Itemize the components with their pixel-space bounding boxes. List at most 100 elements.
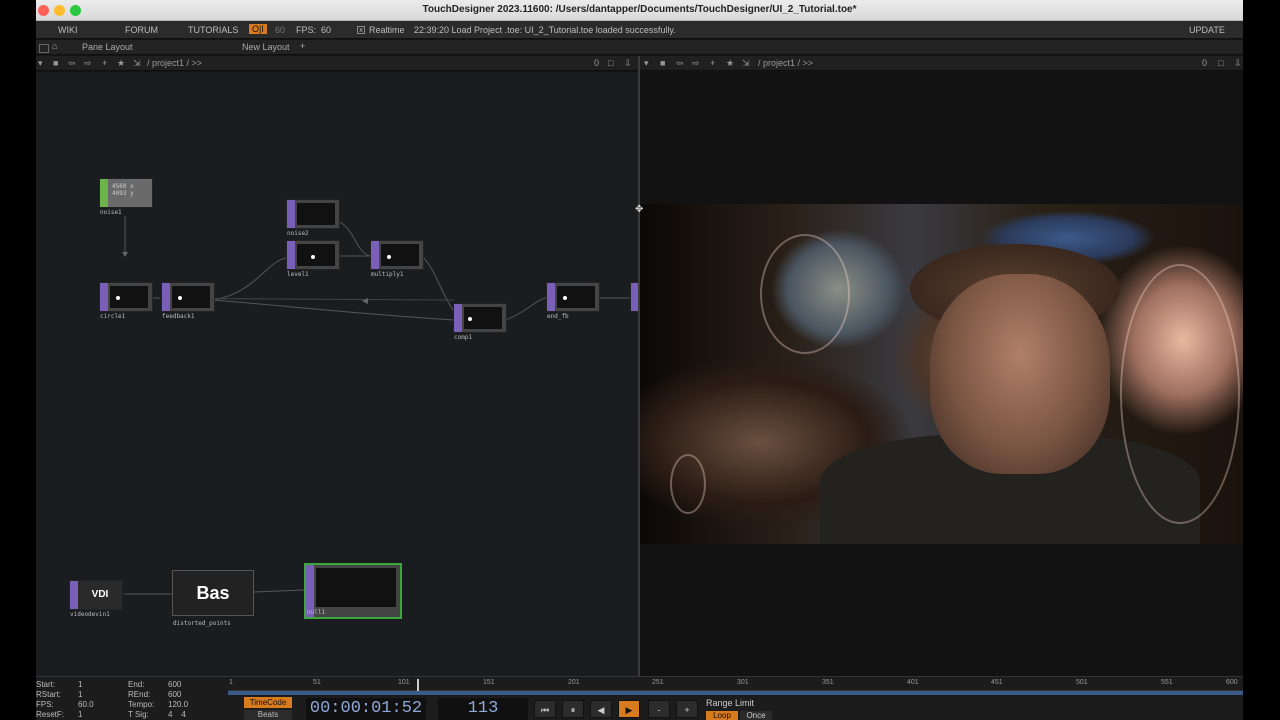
bookmark-icon[interactable]: ★: [726, 58, 734, 69]
add-layout-button[interactable]: +: [300, 41, 305, 51]
playback-controls: TimeCode Beats 00:00:01:52 113 ⏮ ⏸ ◀ ▶ -…: [228, 696, 1243, 720]
step-plus-button[interactable]: +: [676, 700, 698, 718]
touchdesigner-window: TouchDesigner 2023.11600: /Users/dantapp…: [36, 0, 1243, 720]
videodevin1-node[interactable]: VDI: [69, 580, 123, 610]
end-fb-node[interactable]: [546, 282, 600, 312]
top-operator-strip: [287, 200, 295, 228]
top-operator-strip: [287, 241, 295, 269]
bookmark-icon[interactable]: ★: [117, 58, 125, 69]
network-editor[interactable]: 4560 x 4093 y noise1 noise2 level1 multi…: [36, 72, 640, 676]
end-label: End:: [128, 680, 145, 689]
noise1-channel-values: 4560 x 4093 y: [112, 183, 134, 197]
comp1-node[interactable]: [453, 303, 507, 333]
back-icon[interactable]: ⇦: [68, 58, 76, 69]
window-title: TouchDesigner 2023.11600: /Users/dantapp…: [422, 4, 857, 15]
ruler-tick: 551: [1161, 679, 1173, 686]
end-fb-preview: [557, 286, 595, 308]
beats-mode-button[interactable]: Beats: [244, 710, 292, 720]
distorted-points-label: distorted_points: [173, 620, 231, 627]
link-icon[interactable]: ⇲: [133, 58, 141, 69]
add-icon[interactable]: +: [710, 58, 715, 68]
stop-icon[interactable]: ■: [53, 58, 58, 68]
tsig-value[interactable]: 4 4: [168, 710, 186, 719]
noise1-node[interactable]: 4560 x 4093 y: [99, 178, 153, 208]
feedback1-label: feedback1: [162, 313, 195, 320]
forum-link[interactable]: FORUM: [125, 25, 158, 35]
ruler-tick: 201: [568, 679, 580, 686]
feedback1-node[interactable]: [161, 282, 215, 312]
network-path-bar: ▾ ■ ⇦ ⇨ + ★ ⇲ / project1 / >> 0 □ ⇩: [36, 56, 638, 71]
noise2-node[interactable]: [286, 199, 340, 229]
pane-menu-icon[interactable]: ▾: [644, 58, 649, 69]
circle1-node[interactable]: [99, 282, 153, 312]
rend-value[interactable]: 600: [168, 690, 181, 699]
multiply1-node[interactable]: [370, 240, 424, 270]
chop-operator-strip: [100, 179, 108, 207]
tsig-label: T Sig:: [128, 710, 149, 719]
timecode-mode-button[interactable]: TimeCode: [244, 697, 292, 708]
loop-button[interactable]: Loop: [706, 711, 738, 720]
timecode-display[interactable]: 00:00:01:52: [306, 698, 426, 720]
noise2-label: noise2: [287, 230, 309, 237]
end-value[interactable]: 600: [168, 680, 181, 689]
back-icon[interactable]: ⇦: [676, 58, 684, 69]
tutorials-link[interactable]: TUTORIALS: [188, 25, 238, 35]
playhead[interactable]: [417, 679, 419, 691]
timeline-ruler[interactable]: 1 51 101 151 201 251 301 351 401 451 501…: [228, 679, 1243, 691]
step-minus-button[interactable]: -: [648, 700, 670, 718]
pane-menu-icon[interactable]: ▾: [38, 58, 43, 69]
add-icon[interactable]: +: [102, 58, 107, 68]
multiply1-preview: [381, 244, 419, 266]
ruler-tick: 151: [483, 679, 495, 686]
screen: TouchDesigner 2023.11600: /Users/dantapp…: [0, 0, 1280, 720]
realtime-label: Realtime: [369, 25, 405, 35]
realtime-checkbox[interactable]: x: [357, 26, 365, 34]
level1-label: level1: [287, 271, 309, 278]
timeline-range-track[interactable]: [228, 691, 1243, 695]
fps-value: 60: [321, 25, 332, 35]
pane-layout-label[interactable]: Pane Layout: [82, 42, 133, 52]
play-icon[interactable]: ▶: [618, 700, 640, 718]
top-operator-strip: [100, 283, 108, 311]
start-value[interactable]: 1: [78, 680, 82, 689]
network-path[interactable]: / project1 / >>: [147, 58, 202, 68]
resetf-value[interactable]: 1: [78, 710, 82, 719]
step-back-icon[interactable]: ◀: [590, 700, 612, 718]
fps-setting[interactable]: 60: [275, 25, 285, 35]
ruler-tick: 401: [907, 679, 919, 686]
tempo-value[interactable]: 120.0: [168, 700, 188, 709]
wiki-link[interactable]: WIKI: [58, 25, 78, 35]
frame-display[interactable]: 113: [438, 698, 528, 720]
level1-preview: [297, 244, 335, 266]
maximize-pane-icon[interactable]: □: [608, 58, 613, 68]
oi-toggle[interactable]: O|I: [249, 24, 267, 34]
null1-label: null1: [307, 609, 326, 616]
once-button[interactable]: Once: [740, 711, 772, 720]
skip-to-start-icon[interactable]: ⏮: [534, 700, 556, 718]
pin-icon[interactable]: ⇩: [1234, 58, 1242, 69]
update-button[interactable]: UPDATE: [1189, 25, 1225, 35]
rend-label: REnd:: [128, 690, 151, 699]
link-icon[interactable]: ⇲: [742, 58, 750, 69]
resetf-label: ResetF:: [36, 710, 65, 719]
stop-icon[interactable]: ■: [660, 58, 665, 68]
feedback1-preview: [172, 286, 210, 308]
level1-node[interactable]: [286, 240, 340, 270]
ruler-tick: 451: [991, 679, 1003, 686]
maximize-pane-icon[interactable]: □: [1218, 58, 1223, 68]
noise2-preview: [297, 203, 335, 225]
noise1-label: noise1: [100, 209, 122, 216]
circle1-preview: [110, 286, 148, 308]
status-message: 22:39:20 Load Project .toe: UI_2_Tutoria…: [414, 25, 676, 35]
pin-icon[interactable]: ⇩: [624, 58, 632, 69]
home-icon[interactable]: ⌂: [52, 41, 57, 51]
new-layout-button[interactable]: New Layout: [242, 42, 290, 52]
rstart-value[interactable]: 1: [78, 690, 82, 699]
fps-value[interactable]: 60.0: [78, 700, 94, 709]
ruler-tick: 251: [652, 679, 664, 686]
distorted-points-node[interactable]: Bas: [172, 570, 254, 616]
forward-icon[interactable]: ⇨: [84, 58, 92, 69]
forward-icon[interactable]: ⇨: [692, 58, 700, 69]
viewer-path[interactable]: / project1 / >>: [758, 58, 813, 68]
pause-icon[interactable]: ⏸: [562, 700, 584, 718]
